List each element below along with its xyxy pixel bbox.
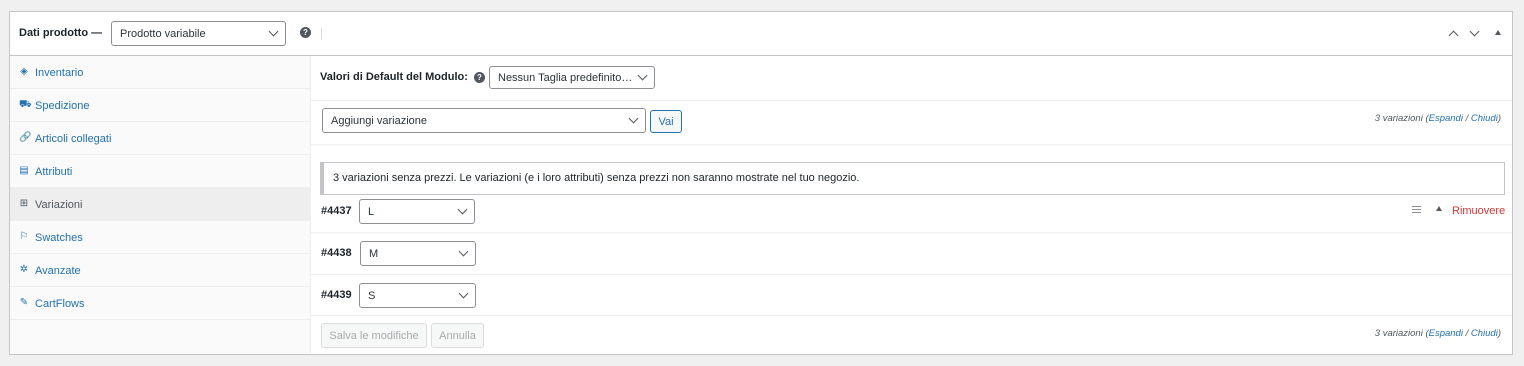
variations-count: 3 variazioni (Espandi / Chiudi)	[1374, 113, 1501, 124]
chevron-down-icon	[458, 288, 469, 299]
variations-panel: Valori di Default del Modulo: ? Nessun T…	[311, 56, 1512, 354]
save-button[interactable]: Salva le modifiche	[321, 323, 427, 348]
divider	[311, 274, 1512, 275]
link-icon: 🔗	[19, 132, 32, 143]
variation-id: #4437	[321, 205, 352, 217]
chevron-down-icon	[268, 26, 279, 37]
tab-spedizione[interactable]: ⛟ Spedizione	[10, 89, 310, 122]
default-size-value: Nessun Taglia predefinito…	[498, 71, 633, 84]
tab-cartflows[interactable]: ✎ CartFlows	[10, 287, 310, 320]
move-up-icon[interactable]	[1448, 30, 1459, 41]
gear-icon: ✲	[19, 264, 29, 275]
tab-avanzate[interactable]: ✲ Avanzate	[10, 254, 310, 287]
variation-id: #4438	[321, 247, 352, 259]
cancel-button[interactable]: Annulla	[431, 323, 484, 348]
expand-link[interactable]: Espandi	[1429, 328, 1463, 339]
help-icon[interactable]: ?	[474, 72, 485, 83]
divider	[311, 144, 1512, 145]
chevron-down-icon	[628, 113, 639, 124]
chevron-down-icon	[637, 70, 648, 81]
panel-title: Dati prodotto —	[19, 27, 103, 39]
variation-size-select[interactable]: L	[359, 199, 475, 224]
drag-handle-icon[interactable]	[1412, 206, 1421, 213]
variation-size-select[interactable]: M	[360, 241, 476, 266]
default-size-select[interactable]: Nessun Taglia predefinito…	[489, 66, 655, 89]
collapse-panel-icon[interactable]	[1495, 30, 1501, 35]
bulk-action-value: Aggiungi variazione	[331, 114, 428, 127]
swatch-icon: ⚐	[19, 231, 29, 242]
tab-label: Articoli collegati	[35, 133, 112, 145]
tab-label: CartFlows	[35, 298, 85, 310]
tab-inventario[interactable]: ◈ Inventario	[10, 56, 310, 89]
chevron-down-icon	[458, 246, 469, 257]
default-values-label: Valori di Default del Modulo:	[320, 71, 468, 83]
chevron-down-icon	[457, 204, 468, 215]
close-link[interactable]: Chiudi	[1471, 113, 1498, 124]
bulk-action-select[interactable]: Aggiungi variazione	[322, 108, 646, 133]
tab-label: Avanzate	[35, 265, 81, 277]
tab-label: Attributi	[35, 166, 73, 178]
close-link[interactable]: Chiudi	[1471, 328, 1498, 339]
go-button[interactable]: Vai	[650, 110, 682, 133]
help-icon[interactable]: ?	[300, 27, 311, 38]
wrench-icon: ✎	[19, 297, 29, 308]
variations-count: 3 variazioni (Espandi / Chiudi)	[1374, 328, 1501, 339]
grid-icon: ⊞	[19, 198, 29, 209]
divider	[321, 28, 322, 40]
tab-label: Spedizione	[35, 100, 90, 112]
tab-attributi[interactable]: ▤ Attributi	[10, 155, 310, 188]
divider	[311, 100, 1512, 101]
move-down-icon[interactable]	[1469, 26, 1480, 37]
tab-variazioni[interactable]: ⊞ Variazioni	[10, 188, 310, 221]
tag-icon: ◈	[20, 66, 28, 77]
variation-size-value: L	[368, 205, 375, 218]
tab-swatches[interactable]: ⚐ Swatches	[10, 221, 310, 254]
tab-label: Inventario	[35, 67, 84, 79]
expand-link[interactable]: Espandi	[1429, 113, 1463, 124]
variation-size-value: S	[368, 289, 376, 302]
variation-size-value: M	[369, 247, 379, 260]
divider	[311, 315, 1512, 316]
product-data-tabs: ◈ Inventario ⛟ Spedizione 🔗 Articoli col…	[10, 56, 311, 354]
list-icon: ▤	[19, 165, 29, 176]
tab-articoli-collegati[interactable]: 🔗 Articoli collegati	[10, 122, 310, 155]
tab-label: Swatches	[35, 232, 83, 244]
product-type-select[interactable]: Prodotto variabile	[111, 21, 286, 46]
truck-icon: ⛟	[19, 99, 32, 110]
collapse-variation-icon[interactable]	[1436, 206, 1442, 211]
product-data-panel: Dati prodotto — Prodotto variabile ? ◈ I…	[9, 11, 1513, 355]
panel-header: Dati prodotto — Prodotto variabile ?	[10, 12, 1512, 56]
variation-id: #4439	[321, 289, 352, 301]
variation-size-select[interactable]: S	[359, 283, 476, 308]
tab-label: Variazioni	[35, 199, 83, 211]
product-type-value: Prodotto variabile	[120, 27, 206, 40]
divider	[311, 232, 1512, 233]
no-price-notice: 3 variazioni senza prezzi. Le variazioni…	[320, 162, 1505, 195]
remove-variation-link[interactable]: Rimuovere	[1452, 205, 1505, 217]
